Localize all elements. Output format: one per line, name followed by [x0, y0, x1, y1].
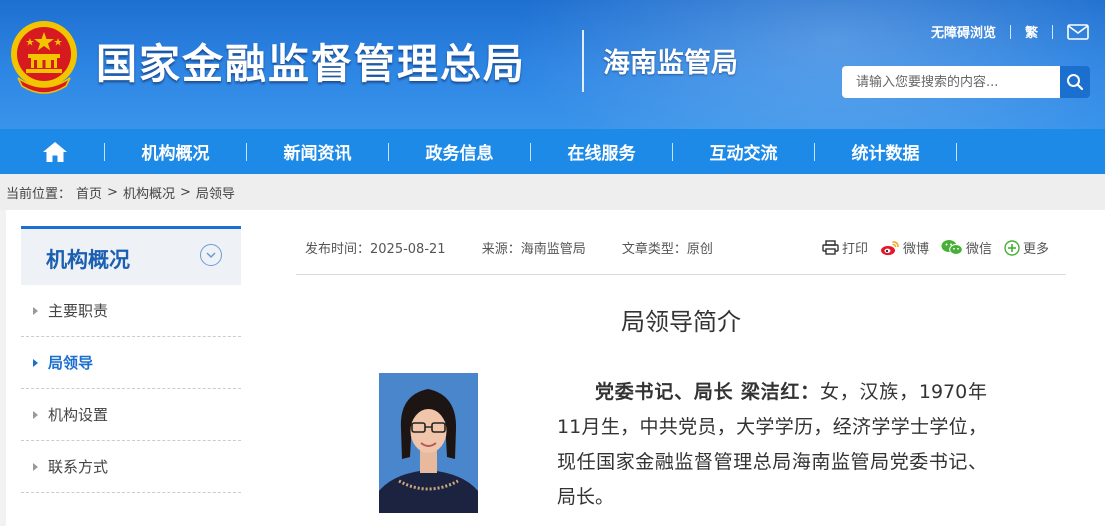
sidebar-title: 机构概况 — [46, 248, 130, 272]
caret-right-icon — [33, 410, 38, 419]
caret-right-icon — [33, 306, 38, 315]
sidebar-item-label: 主要职责 — [48, 302, 109, 320]
link-separator — [1052, 24, 1053, 39]
weibo-label: 微博 — [903, 242, 930, 257]
search-box — [842, 66, 1090, 98]
search-button[interactable] — [1060, 66, 1090, 98]
breadcrumb-label: 当前位置： — [6, 186, 72, 202]
caret-right-icon — [33, 462, 38, 471]
link-separator — [1009, 24, 1011, 39]
sidebar-item-duties[interactable]: 主要职责 — [21, 285, 241, 337]
portrait-image — [379, 373, 478, 513]
caret-right-icon — [33, 358, 38, 367]
top-links: 无障碍浏览 繁 — [931, 22, 1089, 41]
national-emblem-icon[interactable] — [8, 16, 80, 94]
nav-item-about[interactable]: 机构概况 — [105, 129, 246, 174]
publish-date: 发布时间：2025-08-21 — [305, 242, 446, 257]
weibo-icon — [881, 240, 899, 255]
leader-photo — [379, 373, 478, 513]
breadcrumb-home[interactable]: 首页 — [76, 183, 102, 202]
meta-divider — [296, 274, 1066, 275]
main-nav: 机构概况 新闻资讯 政务信息 在线服务 互动交流 统计数据 — [0, 129, 1105, 174]
header-divider — [582, 30, 584, 92]
breadcrumb-about[interactable]: 机构概况 — [123, 183, 175, 202]
nav-item-news[interactable]: 新闻资讯 — [247, 129, 388, 174]
header-glow — [485, 0, 1105, 129]
sidebar-item-leaders[interactable]: 局领导 — [21, 337, 241, 389]
breadcrumb: 当前位置： 首页 > 机构概况 > 局领导 — [0, 174, 1105, 210]
sidebar-toggle[interactable] — [200, 244, 222, 266]
nav-item-gov-info[interactable]: 政务信息 — [389, 129, 530, 174]
share-wechat-button[interactable]: 微信 — [941, 238, 992, 257]
print-label: 打印 — [842, 242, 869, 257]
plus-circle-icon — [1004, 239, 1020, 256]
mail-icon[interactable] — [1067, 23, 1089, 40]
share-bar: 打印 微博 微信 更多 — [822, 238, 1061, 257]
breadcrumb-separator: > — [179, 184, 191, 200]
sidebar-item-label: 联系方式 — [48, 458, 109, 476]
article-source: 来源：海南监管局 — [481, 242, 586, 257]
sidebar-header: 机构概况 — [21, 226, 241, 285]
wechat-icon — [941, 240, 963, 255]
nav-separator — [956, 143, 957, 161]
leader-bio: 党委书记、局长 梁洁红：女，汉族，1970年11月生，中共党员，大学学历，经济学… — [557, 375, 987, 515]
printer-icon — [822, 240, 839, 255]
breadcrumb-separator: > — [107, 184, 118, 200]
nav-home[interactable] — [30, 129, 80, 174]
bio-heading: 党委书记、局长 梁洁红： — [595, 381, 820, 403]
sidebar-item-label: 局领导 — [48, 354, 94, 372]
breadcrumb-current[interactable]: 局领导 — [196, 183, 235, 202]
home-icon — [43, 141, 67, 162]
sidebar-item-label: 机构设置 — [48, 406, 109, 424]
share-weibo-button[interactable]: 微博 — [880, 238, 929, 257]
sidebar-item-contact[interactable]: 联系方式 — [21, 441, 241, 493]
article-type: 文章类型：原创 — [621, 242, 713, 257]
chevron-down-icon — [206, 251, 216, 258]
nav-item-statistics[interactable]: 统计数据 — [815, 129, 956, 174]
nav-item-interaction[interactable]: 互动交流 — [673, 129, 814, 174]
share-more-button[interactable]: 更多 — [1004, 238, 1049, 257]
site-header: 国家金融监督管理总局 海南监管局 无障碍浏览 繁 — [0, 0, 1105, 129]
sub-site-name[interactable]: 海南监管局 — [603, 41, 738, 80]
nav-item-online-service[interactable]: 在线服务 — [531, 129, 672, 174]
sidebar-item-organization[interactable]: 机构设置 — [21, 389, 241, 441]
search-icon — [1067, 74, 1084, 91]
site-name[interactable]: 国家金融监督管理总局 — [96, 30, 526, 90]
search-input[interactable] — [842, 66, 1061, 98]
article-meta: 发布时间：2025-08-21 来源：海南监管局 文章类型：原创 — [305, 238, 745, 257]
more-label: 更多 — [1023, 242, 1050, 257]
wechat-label: 微信 — [966, 242, 993, 257]
print-button[interactable]: 打印 — [822, 238, 868, 257]
traditional-chinese-link[interactable]: 繁 — [1025, 22, 1038, 41]
article-title: 局领导简介 — [621, 308, 741, 336]
accessible-browse-link[interactable]: 无障碍浏览 — [931, 22, 996, 41]
